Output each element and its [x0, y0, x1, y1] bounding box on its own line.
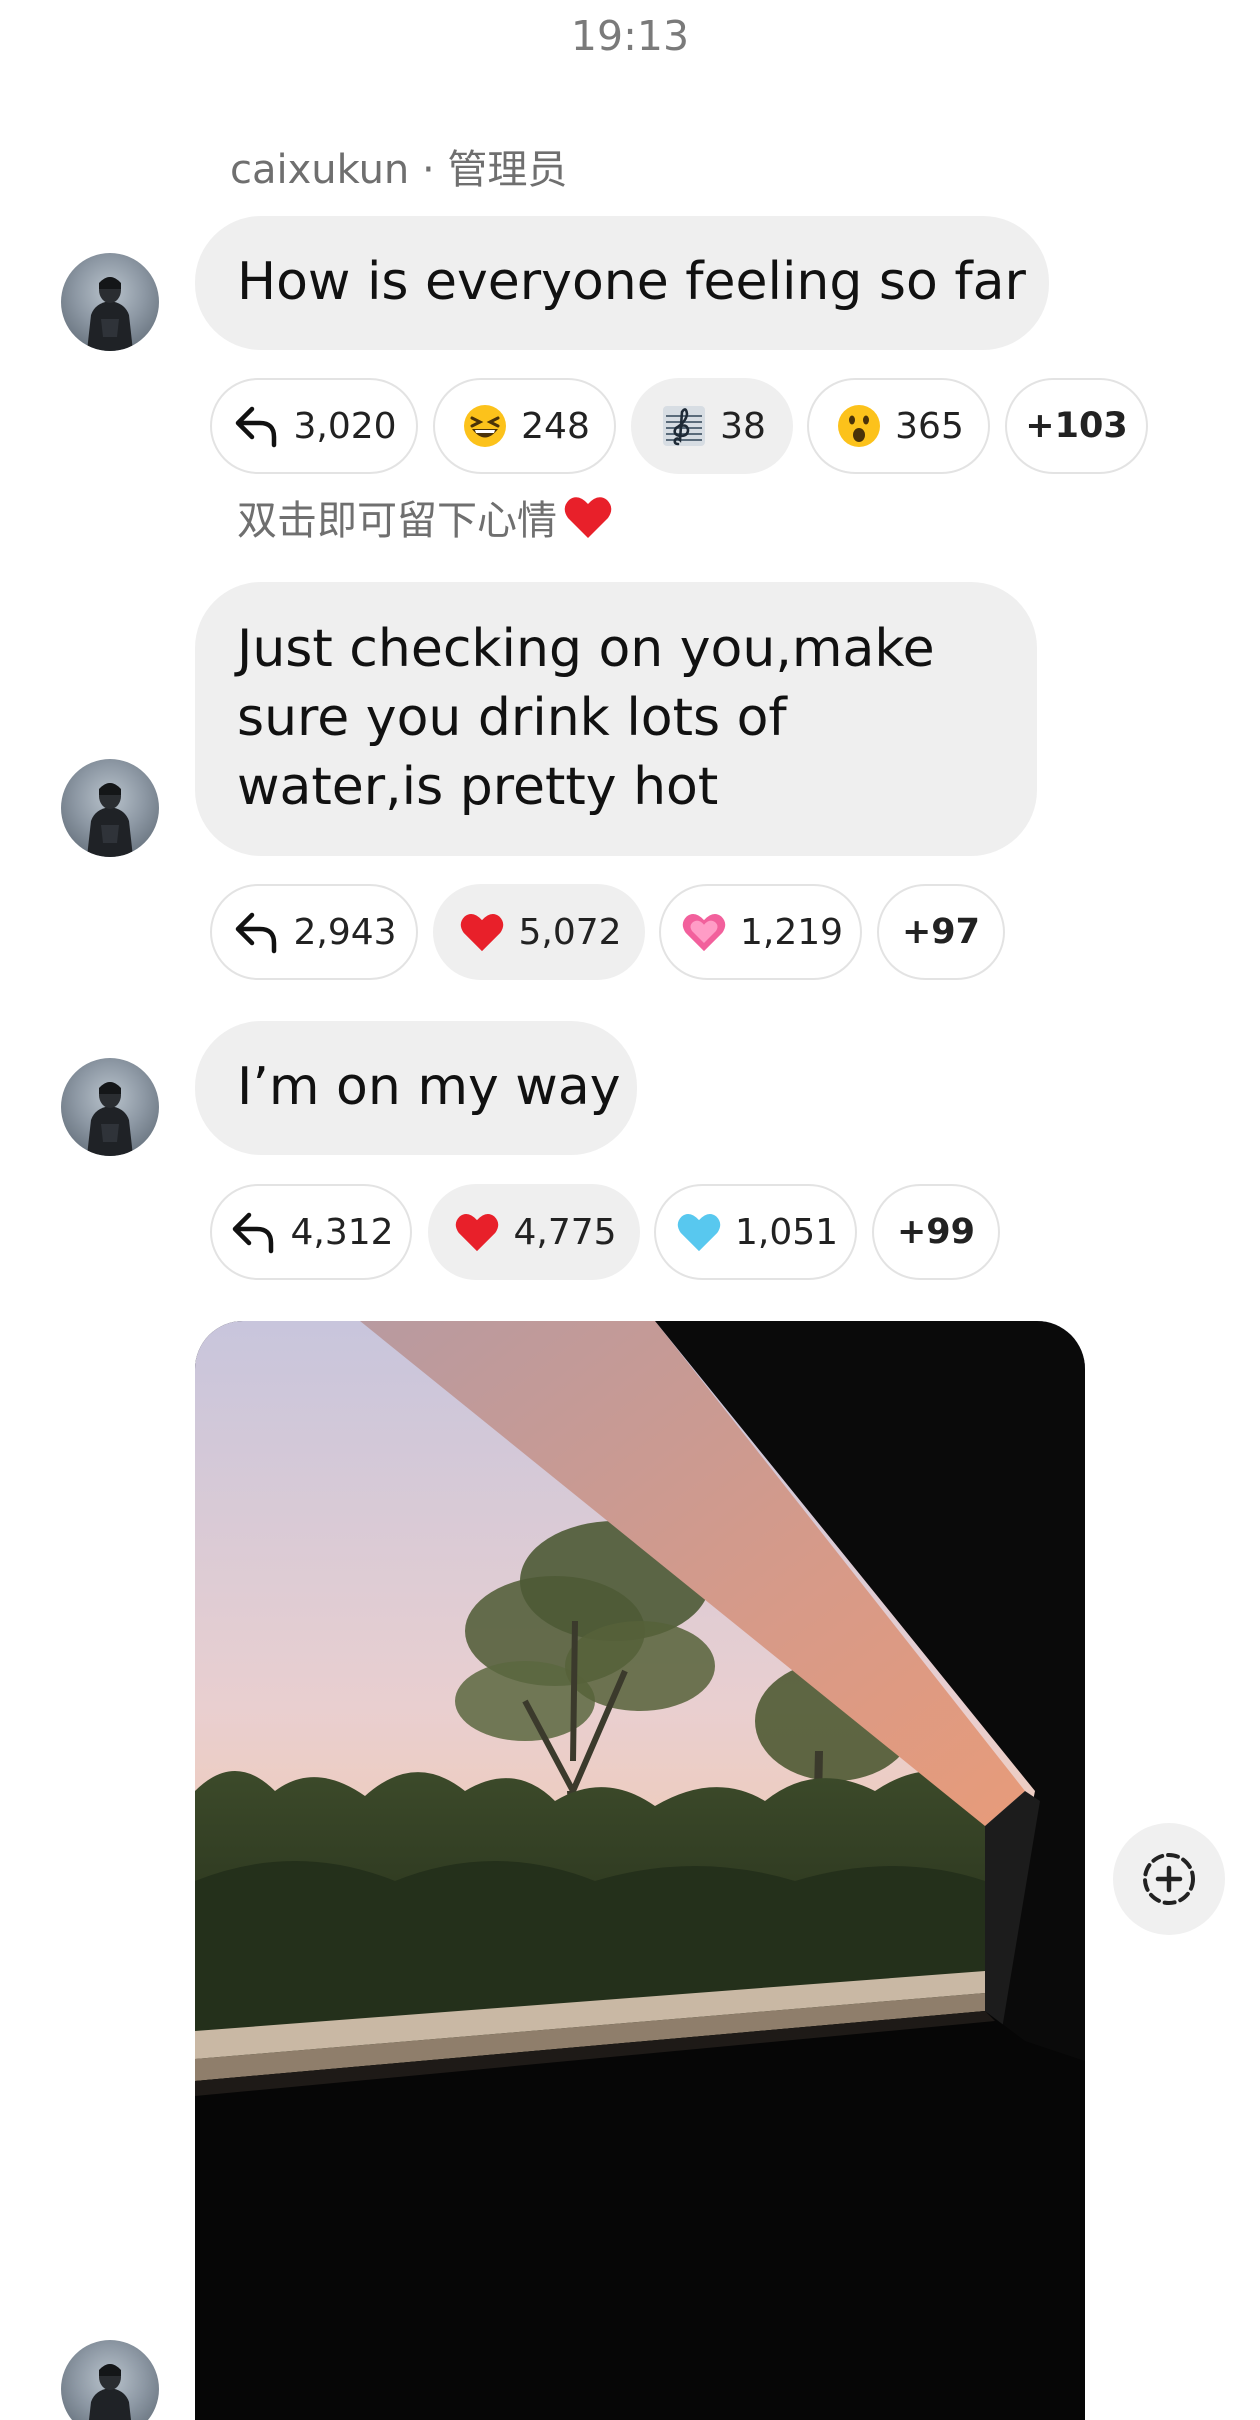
avatar[interactable]	[61, 253, 159, 351]
treble-clef-icon	[658, 400, 710, 452]
reaction-chip[interactable]: 365	[807, 378, 990, 474]
light-blue-heart-icon	[673, 1206, 725, 1258]
reaction-chip[interactable]: 1,219	[659, 884, 862, 980]
reply-icon	[231, 906, 283, 958]
red-heart-icon	[451, 1206, 503, 1258]
reaction-chip[interactable]: 5,072	[433, 884, 645, 980]
more-reactions-button[interactable]: +99	[872, 1184, 1000, 1280]
reaction-chip[interactable]: 38	[631, 378, 793, 474]
reaction-chip[interactable]: 1,051	[654, 1184, 857, 1280]
avatar[interactable]	[61, 2340, 159, 2420]
avatar[interactable]	[61, 759, 159, 857]
reaction-count: 1,219	[739, 911, 844, 953]
reaction-count: 38	[720, 405, 766, 447]
add-reaction-button[interactable]	[1113, 1823, 1225, 1935]
more-reactions-button[interactable]: +103	[1005, 378, 1148, 474]
add-circle-icon	[1143, 1853, 1195, 1905]
message-bubble[interactable]: I’m on my way	[195, 1021, 637, 1155]
photo-message[interactable]	[195, 1321, 1085, 2420]
reply-icon	[231, 400, 283, 452]
reply-count-button[interactable]: 2,943	[210, 884, 418, 980]
more-reactions-button[interactable]: +97	[877, 884, 1005, 980]
message-timestamp: 19:13	[570, 12, 690, 60]
red-heart-icon	[563, 494, 613, 540]
grinning-squinting-face-icon	[459, 400, 511, 452]
reaction-count: 4,312	[290, 1211, 394, 1253]
reply-count-button[interactable]: 4,312	[210, 1184, 412, 1280]
red-heart-icon	[456, 906, 508, 958]
reaction-count: 1,051	[734, 1211, 839, 1253]
car-window-sunset-photo	[195, 1321, 1085, 2420]
hint-text: 双击即可留下心情	[237, 498, 557, 544]
reaction-chip[interactable]: 4,775	[428, 1184, 640, 1280]
surprised-face-icon	[833, 400, 885, 452]
reaction-count: 4,775	[513, 1211, 617, 1253]
chat-screen: 19:13 caixukun · 管理员 How is everyone fee…	[0, 0, 1260, 2420]
reaction-count: 2,943	[293, 911, 397, 953]
reaction-chip[interactable]: 248	[433, 378, 616, 474]
reaction-count: 365	[895, 405, 964, 447]
reaction-count: 5,072	[518, 911, 622, 953]
avatar[interactable]	[61, 1058, 159, 1156]
reply-count-button[interactable]: 3,020	[210, 378, 418, 474]
pink-heart-icon	[678, 906, 730, 958]
reaction-count: 248	[521, 405, 590, 447]
message-bubble[interactable]: How is everyone feeling so far	[195, 216, 1049, 350]
reply-icon	[228, 1206, 280, 1258]
reaction-count: 3,020	[293, 405, 397, 447]
sender-name: caixukun · 管理员	[230, 147, 568, 193]
double-tap-hint: 双击即可留下心情	[237, 488, 613, 546]
message-bubble[interactable]: Just checking on you,make sure you drink…	[195, 582, 1037, 856]
